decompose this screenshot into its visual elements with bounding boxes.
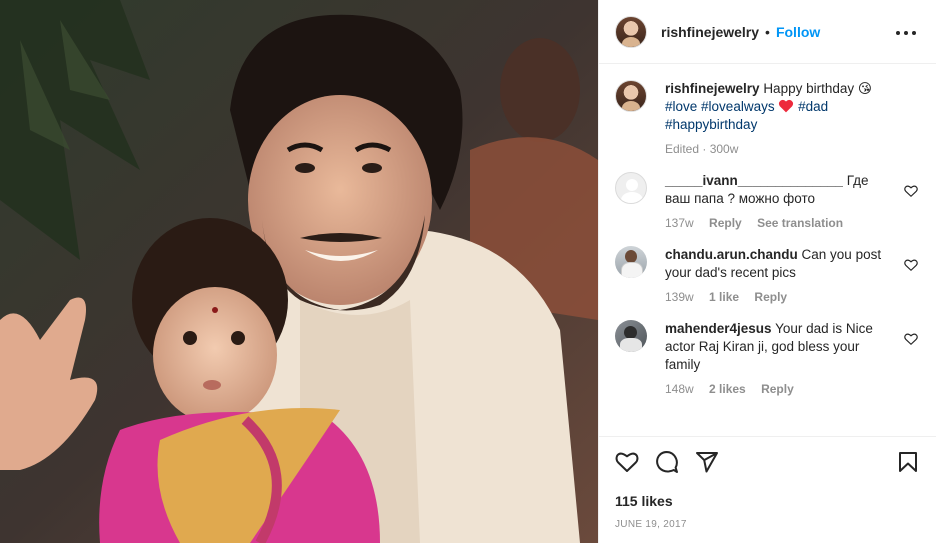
post-date: JUNE 19, 2017 [615,519,687,530]
comment-item: mahender4jesus Your dad is Nice actor Ra… [615,320,920,396]
caption-username[interactable]: rishfinejewelry [665,81,760,96]
paper-plane-icon[interactable] [695,450,719,474]
post-photo[interactable] [0,0,598,543]
comment-likes-count[interactable]: 2 likes [709,382,746,396]
reply-button[interactable]: Reply [709,216,742,230]
comment-age: 148w [665,382,694,396]
instagram-post: rishfinejewelry • Follow rishfinejewelry… [0,0,936,543]
bookmark-icon[interactable] [896,450,920,474]
comment-likes-count[interactable]: 1 like [709,290,739,304]
heart-outline-icon[interactable] [615,450,639,474]
hashtag-love[interactable]: #love [665,99,697,114]
comment-meta: 137w Reply See translation [665,216,891,230]
likes-count[interactable]: 115 likes [599,487,936,509]
commenter-username[interactable]: chandu.arun.chandu [665,247,798,262]
hashtag-lovealways[interactable]: #lovealways [701,99,775,114]
comment-age: 137w [665,216,694,230]
red-heart-emoji-icon [779,99,794,113]
commenter-avatar[interactable] [615,320,647,352]
comment-item: chandu.arun.chandu Can you post your dad… [615,246,920,304]
reply-button[interactable]: Reply [761,382,794,396]
follow-button[interactable]: Follow [776,24,820,40]
author-avatar[interactable] [615,15,647,48]
commenter-avatar[interactable] [615,172,647,204]
post-side-panel: rishfinejewelry • Follow rishfinejewelry… [598,0,936,543]
photo-illustration [0,0,598,543]
speech-bubble-icon[interactable] [655,450,679,474]
comment-meta: 139w 1 like Reply [665,290,891,304]
comment-body: _____ivann______________ Где ваш папа ? … [665,172,891,230]
hashtag-happybirthday[interactable]: #happybirthday [665,117,757,132]
commenter-username[interactable]: _____ivann______________ [665,173,843,188]
caption-avatar[interactable] [615,80,647,112]
commenter-avatar[interactable] [615,246,647,278]
hashtag-dad[interactable]: #dad [798,99,828,114]
comment-item: _____ivann______________ Где ваш папа ? … [615,172,920,230]
comments-section[interactable]: rishfinejewelry Happy birthday 😘 #love #… [599,64,936,437]
reply-button[interactable]: Reply [754,290,787,304]
caption-meta: Edited · 300w [665,142,739,156]
post-header: rishfinejewelry • Follow [599,0,936,64]
caption: rishfinejewelry Happy birthday 😘 #love #… [615,80,920,156]
more-options-icon[interactable] [896,22,916,42]
kiss-emoji: 😘 [857,81,872,96]
comment-body: chandu.arun.chandu Can you post your dad… [665,246,891,304]
separator-dot: • [765,23,770,40]
see-translation-button[interactable]: See translation [757,216,843,230]
comment-age: 139w [665,290,694,304]
caption-text: Happy birthday [763,81,855,96]
like-comment-heart-icon[interactable] [904,332,918,346]
caption-body: rishfinejewelry Happy birthday 😘 #love #… [665,80,891,156]
like-comment-heart-icon[interactable] [904,184,918,198]
comment-meta: 148w 2 likes Reply [665,382,891,396]
commenter-username[interactable]: mahender4jesus [665,321,772,336]
like-comment-heart-icon[interactable] [904,258,918,272]
comment-body: mahender4jesus Your dad is Nice actor Ra… [665,320,891,396]
post-actions [599,437,936,487]
author-username[interactable]: rishfinejewelry [661,24,759,40]
